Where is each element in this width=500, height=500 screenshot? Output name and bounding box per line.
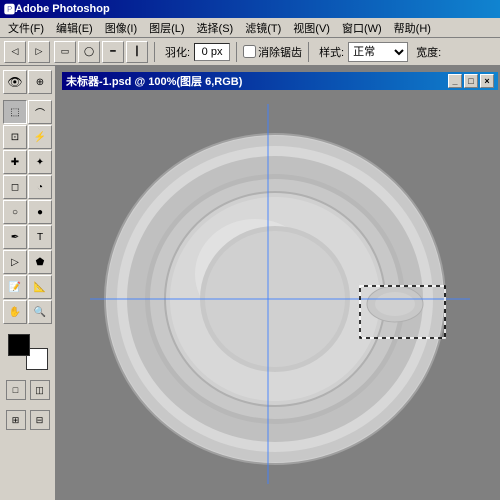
feather-label: 羽化: (165, 44, 190, 60)
blur-btn[interactable]: ◔ (28, 175, 52, 199)
hand-btn[interactable]: ✋ (3, 300, 27, 324)
toolbox: 👁 ⊕ ⬚ ⌒ ⊡ ⚡ ✚ ✦ ◻ ◔ ○ ● ✒ (0, 66, 56, 500)
marquee-tool-btn[interactable]: ⬚ (3, 100, 27, 124)
fg-color-swatch[interactable] (8, 334, 30, 356)
tool-row-healing: ✚ ✦ (2, 150, 53, 174)
menu-file[interactable]: 文件(F) (2, 18, 50, 38)
tool-row-eye: 👁 ⊕ (2, 70, 53, 94)
doc-title: 未标器-1.psd @ 100%(图层 6,RGB) (66, 73, 242, 89)
tool-row-pen: ✒ T (2, 225, 53, 249)
dodge-btn[interactable]: ○ (3, 200, 27, 224)
shape-btn[interactable]: ⬟ (28, 250, 52, 274)
magic-wand-btn[interactable]: ⚡ (28, 125, 52, 149)
main-area: 👁 ⊕ ⬚ ⌒ ⊡ ⚡ ✚ ✦ ◻ ◔ ○ ● ✒ (0, 66, 500, 500)
doc-controls: _ □ × (448, 74, 494, 88)
menu-edit[interactable]: 编辑(E) (50, 18, 99, 38)
notes-btn[interactable]: 📝 (3, 275, 27, 299)
toolbar-back-btn[interactable]: ◁ (4, 41, 26, 63)
doc-area: 未标器-1.psd @ 100%(图层 6,RGB) _ □ × (56, 66, 500, 500)
doc-maximize-btn[interactable]: □ (464, 74, 478, 88)
fg-bg-box[interactable] (8, 334, 48, 370)
full-screen-btn[interactable]: ⊟ (30, 410, 50, 430)
toolbar-sep-1 (154, 42, 155, 62)
text-btn[interactable]: T (28, 225, 52, 249)
tool-row-hand: ✋ 🔍 (2, 300, 53, 324)
style-select[interactable]: 正常 (348, 42, 408, 62)
pen-btn[interactable]: ✒ (3, 225, 27, 249)
menu-window[interactable]: 窗口(W) (336, 18, 388, 38)
toolbar-col-btn[interactable]: ┃ (126, 41, 148, 63)
menu-help[interactable]: 帮助(H) (388, 18, 437, 38)
doc-close-btn[interactable]: × (480, 74, 494, 88)
tool-row-dodge: ○ ● (2, 200, 53, 224)
eye-tool-btn[interactable]: 👁 (3, 70, 27, 94)
canvas-area (62, 90, 498, 498)
history-btn[interactable]: ⊕ (28, 70, 52, 94)
antialias-check[interactable] (243, 45, 256, 58)
toolbar: ◁ ▷ ▭ ◯ ━ ┃ 羽化: 消除锯齿 样式: 正常 宽度: (0, 38, 500, 66)
style-label: 样式: (319, 44, 344, 60)
toolbar-ellipse-btn[interactable]: ◯ (78, 41, 100, 63)
menu-filter[interactable]: 滤镜(T) (239, 18, 287, 38)
color-area (2, 334, 53, 370)
path-btn[interactable]: ▷ (3, 250, 27, 274)
tool-row-notes: 📝 📐 (2, 275, 53, 299)
normal-mode-btn[interactable]: □ (6, 380, 26, 400)
quick-mask-btn[interactable]: ◫ (30, 380, 50, 400)
app-icon: 🅿 (4, 1, 15, 17)
tool-row-eraser: ◻ ◔ (2, 175, 53, 199)
toolbar-tool-options: ▭ ◯ ━ ┃ (54, 41, 148, 63)
doc-window: 未标器-1.psd @ 100%(图层 6,RGB) _ □ × (60, 70, 500, 500)
title-bar: 🅿 Adobe Photoshop (0, 0, 500, 18)
healing-btn[interactable]: ✚ (3, 150, 27, 174)
toolbar-forward-btn[interactable]: ▷ (28, 41, 50, 63)
menu-bar: 文件(F) 编辑(E) 图像(I) 图层(L) 选择(S) 滤镜(T) 视图(V… (0, 18, 500, 38)
width-label: 宽度: (416, 44, 441, 60)
menu-select[interactable]: 选择(S) (191, 18, 240, 38)
eraser-btn[interactable]: ◻ (3, 175, 27, 199)
doc-titlebar: 未标器-1.psd @ 100%(图层 6,RGB) _ □ × (62, 72, 498, 90)
cup-image (90, 104, 470, 484)
measure-btn[interactable]: 📐 (28, 275, 52, 299)
zoom-btn[interactable]: 🔍 (28, 300, 52, 324)
menu-image[interactable]: 图像(I) (99, 18, 143, 38)
antialias-checkbox[interactable]: 消除锯齿 (243, 44, 302, 60)
lasso-tool-btn[interactable]: ⌒ (28, 100, 52, 124)
feather-input[interactable] (194, 43, 230, 61)
standard-screen-btn[interactable]: ⊞ (6, 410, 26, 430)
screen-mode-area: ⊞ ⊟ (2, 410, 53, 430)
tool-row-crop: ⊡ ⚡ (2, 125, 53, 149)
menu-layer[interactable]: 图层(L) (143, 18, 190, 38)
crop-tool-btn[interactable]: ⊡ (3, 125, 27, 149)
doc-minimize-btn[interactable]: _ (448, 74, 462, 88)
burn-btn[interactable]: ● (28, 200, 52, 224)
cup-canvas (90, 104, 470, 484)
quick-mask-area: □ ◫ (2, 380, 53, 400)
antialias-label: 消除锯齿 (258, 44, 302, 60)
tool-row-marquee: ⬚ ⌒ (2, 100, 53, 124)
toolbar-rect-btn[interactable]: ▭ (54, 41, 76, 63)
toolbar-nav-group: ◁ ▷ (4, 41, 50, 63)
app-title: Adobe Photoshop (15, 3, 110, 15)
toolbar-row-btn[interactable]: ━ (102, 41, 124, 63)
menu-view[interactable]: 视图(V) (287, 18, 336, 38)
toolbar-sep-2 (236, 42, 237, 62)
toolbar-sep-3 (308, 42, 309, 62)
tool-row-path: ▷ ⬟ (2, 250, 53, 274)
clone-btn[interactable]: ✦ (28, 150, 52, 174)
